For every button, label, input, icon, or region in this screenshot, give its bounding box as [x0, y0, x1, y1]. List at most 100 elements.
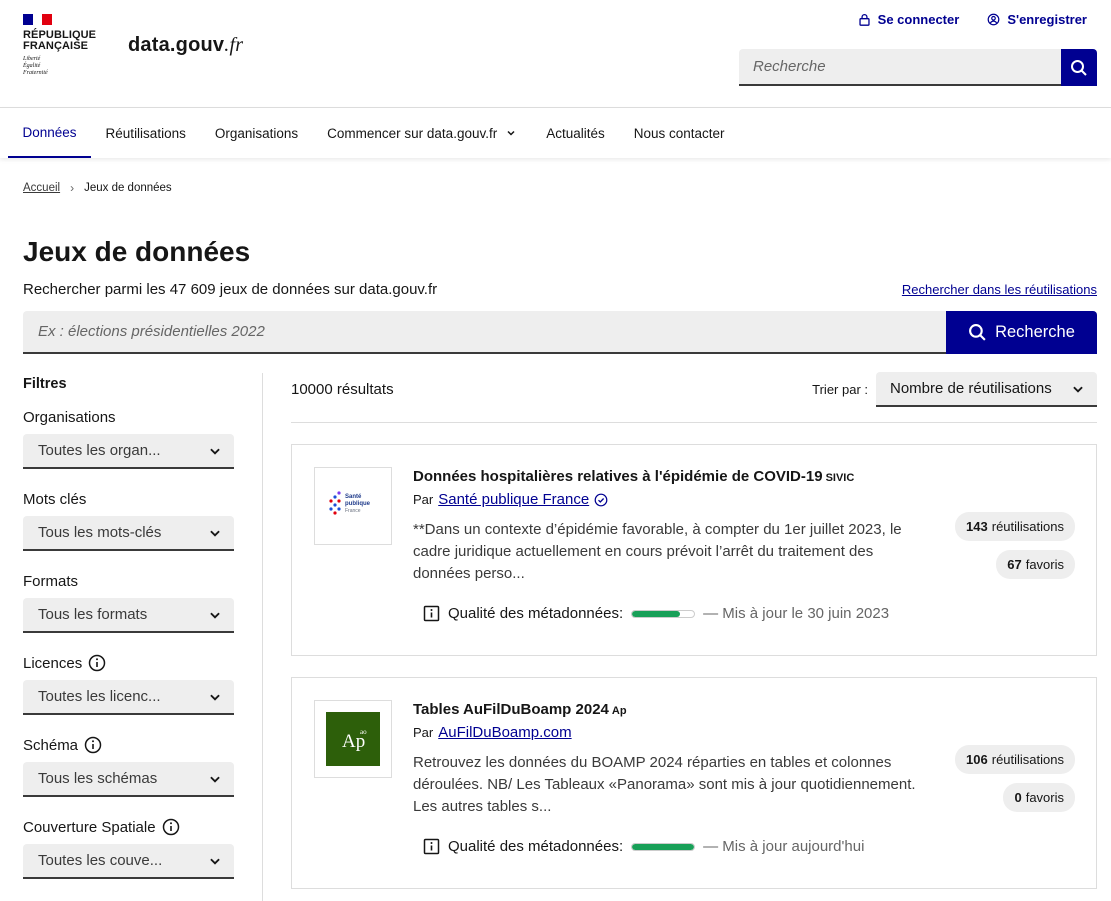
- organisations-select[interactable]: Toutes les organ...: [23, 434, 234, 469]
- chevron-down-icon: [1073, 386, 1083, 393]
- info-icon[interactable]: [84, 736, 102, 754]
- nav-item-reutilisations[interactable]: Réutilisations: [91, 108, 200, 158]
- quality-label: Qualité des métadonnées:: [448, 605, 624, 622]
- breadcrumb: Accueil › Jeux de données: [23, 181, 172, 195]
- filter-label: Licences: [23, 654, 234, 672]
- filter-label-text: Organisations: [23, 408, 116, 426]
- quality-bar-fill: [632, 843, 695, 850]
- filter-spatial-coverage: Couverture Spatiale Toutes les couve...: [23, 818, 234, 879]
- select-value: Toutes les couve...: [38, 852, 163, 869]
- nav-item-organisations[interactable]: Organisations: [200, 108, 312, 158]
- gov-brand-text: République Française: [23, 30, 123, 52]
- nav-item-label: Commencer sur data.gouv.fr: [327, 125, 498, 141]
- header-search-input[interactable]: Recherche: [739, 49, 1061, 86]
- chevron-down-icon: [210, 448, 220, 455]
- filter-label-text: Licences: [23, 654, 83, 672]
- dataset-title[interactable]: Tables AuFilDuBoamp 2024 Ap: [413, 701, 627, 718]
- nav-item-commencer[interactable]: Commencer sur data.gouv.fr: [313, 108, 532, 158]
- login-label: Se connecter: [877, 12, 960, 27]
- select-value: Toutes les organ...: [38, 442, 161, 459]
- nav-item-donnees[interactable]: Données: [8, 108, 92, 158]
- dataset-card[interactable]: Santé publique France Données hospitaliè…: [291, 444, 1097, 656]
- motto-line-1: Liberté: [23, 56, 41, 62]
- dataset-card[interactable]: Ap ao Tables AuFilDuBoamp 2024 Ap Par AuF…: [291, 677, 1097, 889]
- nav-item-label: Actualités: [546, 125, 605, 141]
- site-name-main: data.gouv: [128, 34, 225, 56]
- verified-icon: [594, 493, 608, 506]
- breadcrumb-home-link[interactable]: Accueil: [23, 182, 60, 194]
- header-search: Recherche: [739, 49, 1097, 86]
- results-count: 10000 résultats: [291, 381, 394, 398]
- chevron-right-icon: ›: [70, 181, 75, 195]
- sante-publique-france-logo: Santé publique France: [329, 491, 371, 515]
- info-icon[interactable]: [162, 818, 180, 836]
- nav-item-actualites[interactable]: Actualités: [532, 108, 620, 158]
- dataset-title-text: Tables AuFilDuBoamp 2024: [413, 701, 609, 718]
- publisher-prefix: Par: [413, 492, 434, 507]
- dataset-title[interactable]: Données hospitalières relatives à l'épid…: [413, 468, 854, 485]
- dataset-search: Ex : élections présidentielles 2022 Rech…: [23, 311, 1097, 354]
- sort-label: Trier par :: [812, 382, 868, 397]
- favorites-label: favoris: [1025, 557, 1064, 572]
- dataset-title-text: Données hospitalières relatives à l'épid…: [413, 468, 823, 485]
- lock-icon: [859, 13, 870, 26]
- site-header: République Française Liberté Égalité Fra…: [0, 0, 1111, 108]
- filter-label: Formats: [23, 572, 234, 590]
- header-search-button[interactable]: [1061, 49, 1097, 86]
- info-icon[interactable]: [88, 654, 106, 672]
- chevron-down-icon: [210, 776, 220, 783]
- filter-label-text: Couverture Spatiale: [23, 818, 156, 836]
- republique-francaise-logo[interactable]: République Française Liberté Égalité Fra…: [23, 14, 123, 77]
- gov-brand-line-2: Française: [23, 40, 89, 52]
- site-name-suffix: .fr: [224, 34, 244, 56]
- site-name-logo[interactable]: data.gouv.fr: [128, 34, 243, 57]
- sort-select[interactable]: Nombre de réutilisations: [876, 372, 1097, 407]
- filter-label: Couverture Spatiale: [23, 818, 234, 836]
- select-value: Nombre de réutilisations: [890, 380, 1052, 397]
- select-value: Tous les formats: [38, 606, 148, 623]
- sidebar-divider: [262, 373, 263, 901]
- logo-text-2: ao: [360, 728, 367, 736]
- spatial-coverage-select[interactable]: Toutes les couve...: [23, 844, 234, 879]
- french-flag-icon: [23, 14, 53, 25]
- filter-organisations: Organisations Toutes les organ...: [23, 408, 234, 469]
- dataset-publisher: Par Santé publique France: [413, 491, 608, 508]
- keywords-select[interactable]: Tous les mots-clés: [23, 516, 234, 551]
- page-subtitle: Rechercher parmi les 47 609 jeux de donn…: [23, 281, 438, 298]
- reuse-search-link[interactable]: Rechercher dans les réutilisations: [902, 282, 1097, 297]
- select-value: Tous les mots-clés: [38, 524, 162, 541]
- motto-line-3: Fraternité: [23, 70, 48, 76]
- schema-select[interactable]: Tous les schémas: [23, 762, 234, 797]
- page-title: Jeux de données: [23, 236, 251, 267]
- nav-item-label: Données: [22, 124, 77, 140]
- filter-label-text: Mots clés: [23, 490, 87, 508]
- filter-label: Mots clés: [23, 490, 234, 508]
- register-link[interactable]: S'enregistrer: [987, 12, 1087, 27]
- licences-select[interactable]: Toutes les licenc...: [23, 680, 234, 715]
- dataset-search-input[interactable]: Ex : élections présidentielles 2022: [23, 311, 946, 354]
- reuses-label: réutilisations: [991, 752, 1064, 767]
- select-value: Toutes les licenc...: [38, 688, 161, 705]
- nav-item-contact[interactable]: Nous contacter: [619, 108, 739, 158]
- publisher-link[interactable]: AuFilDuBoamp.com: [438, 724, 571, 741]
- dataset-description: Retrouvez les données du BOAMP 2024 répa…: [413, 754, 916, 815]
- filter-schema: Schéma Tous les schémas: [23, 736, 234, 797]
- formats-select[interactable]: Tous les formats: [23, 598, 234, 633]
- aufilduboamp-logo: Ap ao: [326, 712, 380, 766]
- reuses-count: 106: [966, 752, 988, 767]
- gov-motto: Liberté Égalité Fraternité: [23, 56, 123, 77]
- dataset-description: **Dans un contexte d’épidémie favorable,…: [413, 521, 902, 582]
- quality-bar: [631, 609, 696, 618]
- filter-label-text: Schéma: [23, 736, 79, 754]
- user-circle-icon: [987, 13, 1000, 26]
- dataset-search-button[interactable]: Recherche: [946, 311, 1097, 354]
- publisher-link[interactable]: Santé publique France: [438, 491, 589, 508]
- results-divider: [291, 422, 1097, 423]
- dataset-meta: Qualité des métadonnées: — Mis à jour le…: [423, 605, 889, 622]
- filter-label: Schéma: [23, 736, 234, 754]
- motto-line-2: Égalité: [23, 63, 41, 69]
- dataset-search-button-label: Recherche: [995, 323, 1075, 341]
- reuses-badge: 143 réutilisations: [955, 512, 1075, 541]
- login-link[interactable]: Se connecter: [858, 12, 960, 27]
- filter-formats: Formats Tous les formats: [23, 572, 234, 633]
